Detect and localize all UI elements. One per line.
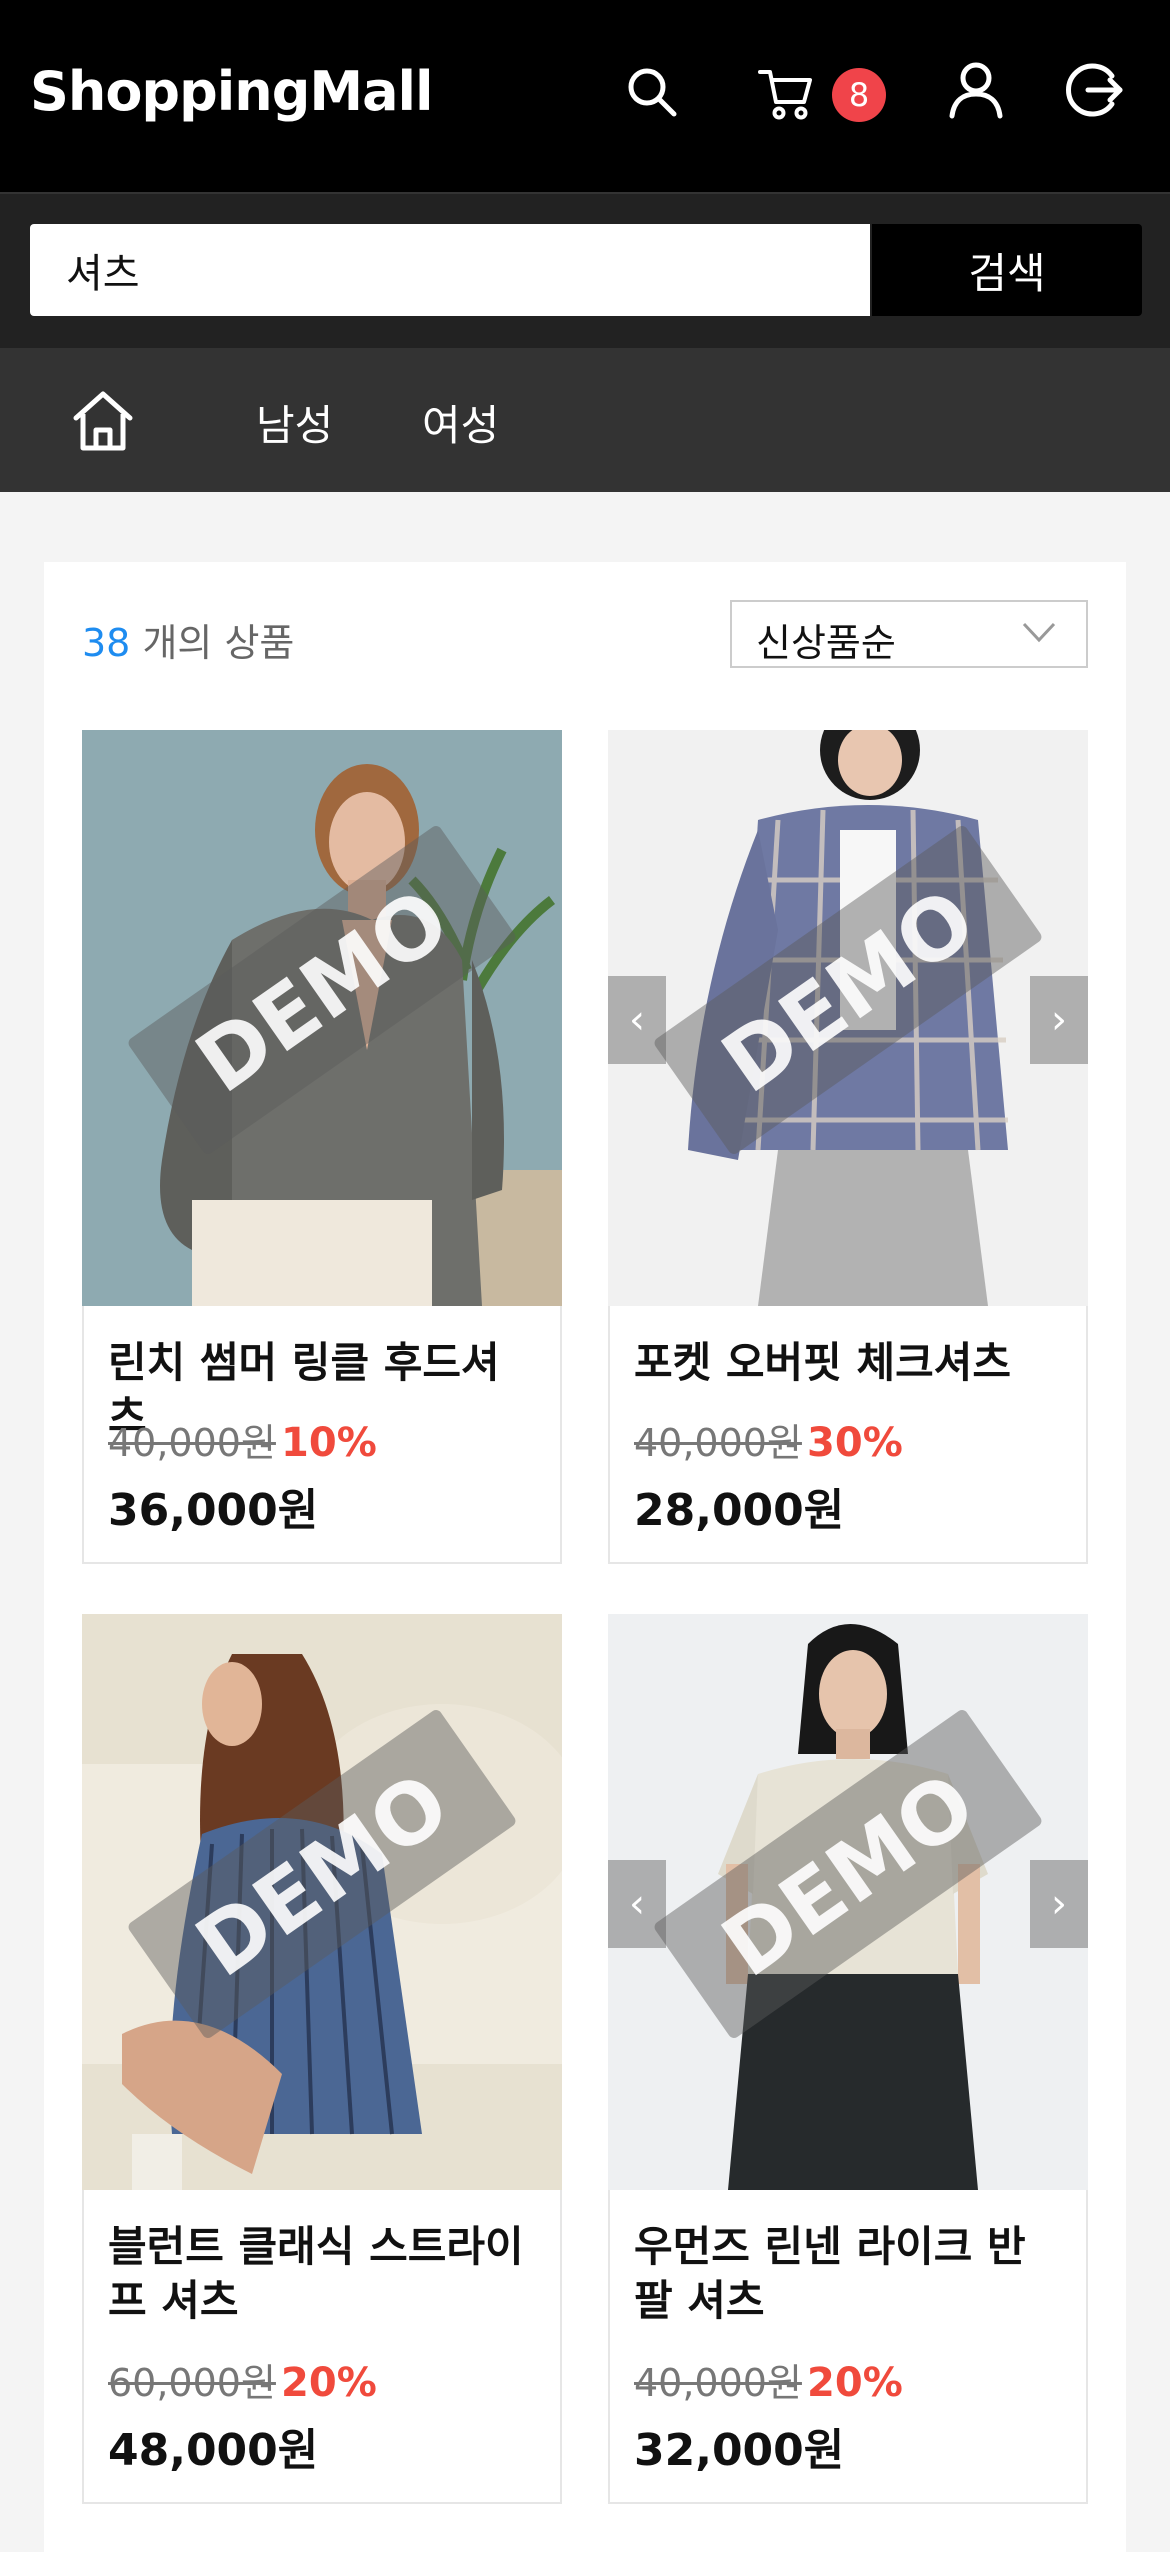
cart-icon[interactable]	[756, 64, 816, 124]
logout-icon[interactable]	[1064, 60, 1124, 120]
discount-rate: 20%	[281, 2360, 377, 2406]
category-nav: 남성 여성	[0, 348, 1170, 492]
original-price: 40,000원	[634, 2361, 802, 2405]
search-button[interactable]: 검색	[872, 224, 1142, 316]
cart-count-badge: 8	[832, 68, 886, 122]
original-price: 60,000원	[108, 2361, 276, 2405]
nav-item-women[interactable]: 여성	[422, 392, 499, 453]
product-title[interactable]: 우먼즈 린넨 라이크 반팔 셔츠	[634, 2220, 1064, 2328]
home-icon[interactable]	[70, 388, 136, 454]
final-price: 28,000원	[634, 1485, 845, 1536]
product-title[interactable]: 블런트 클래식 스트라이프 셔츠	[108, 2220, 538, 2328]
final-price: 48,000원	[108, 2425, 319, 2476]
demo-watermark: DEMO	[654, 1710, 1042, 2038]
discount-rate: 10%	[281, 1420, 377, 1466]
original-price: 40,000원	[634, 1421, 802, 1465]
product-title[interactable]: 포켓 오버핏 체크셔츠	[634, 1336, 1064, 1390]
price-line: 60,000원 20%	[108, 2352, 377, 2407]
sort-selected-label: 신상품순	[756, 621, 896, 665]
logo[interactable]: ShoppingMall	[30, 60, 434, 123]
price-line: 40,000원 20%	[634, 2352, 903, 2407]
search-icon[interactable]	[622, 62, 682, 122]
nav-item-men[interactable]: 남성	[256, 392, 333, 453]
final-price: 32,000원	[634, 2425, 845, 2476]
price-line: 40,000원 30%	[634, 1412, 903, 1467]
demo-watermark: DEMO	[128, 1710, 516, 2038]
result-count: 38 개의 상품	[82, 612, 294, 667]
discount-rate: 30%	[807, 1420, 903, 1466]
chevron-down-icon	[1022, 622, 1056, 643]
original-price: 40,000원	[108, 1421, 276, 1465]
sort-select[interactable]: 신상품순	[730, 600, 1088, 668]
price-line: 40,000원 10%	[108, 1412, 377, 1467]
search-input[interactable]	[30, 224, 870, 316]
demo-watermark: DEMO	[128, 826, 516, 1154]
result-count-number: 38	[82, 621, 131, 665]
final-price: 36,000원	[108, 1485, 319, 1536]
demo-watermark: DEMO	[654, 826, 1042, 1154]
discount-rate: 20%	[807, 2360, 903, 2406]
search-bar: 검색	[0, 192, 1170, 350]
app-header: ShoppingMall 8	[0, 0, 1170, 192]
user-icon[interactable]	[946, 60, 1006, 120]
result-count-suffix: 개의 상품	[142, 621, 295, 665]
